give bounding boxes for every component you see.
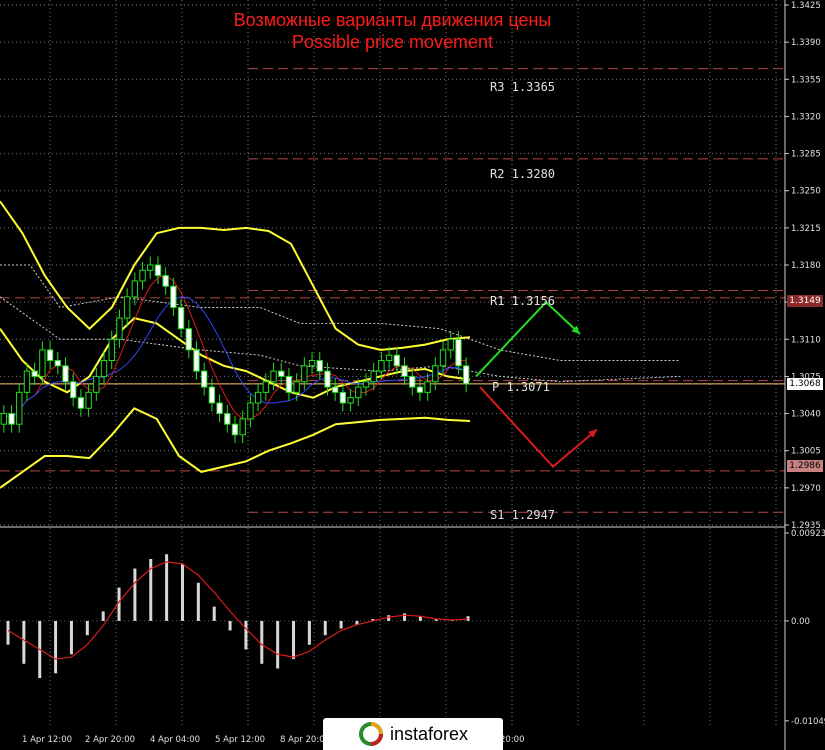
time-tick-label: 4 Apr 04:00 bbox=[150, 735, 200, 745]
level-label-pivot: P 1.3071 bbox=[492, 380, 550, 394]
candle-body bbox=[416, 386, 424, 393]
chart-title-ru: Возможные варианты движения цены bbox=[233, 10, 552, 30]
candle-body bbox=[455, 338, 462, 367]
candle-body bbox=[23, 370, 31, 393]
time-tick-label: 1 Apr 12:00 bbox=[22, 735, 72, 745]
candle-body bbox=[385, 354, 393, 362]
price-chart[interactable]: 1.3425 1.3390 1.3355 1.3320 1.3285 1.3250 1.32… bbox=[0, 0, 825, 750]
time-tick-label: 5 Apr 12:00 bbox=[215, 735, 265, 745]
candle-body bbox=[378, 360, 385, 372]
candle-body bbox=[339, 391, 347, 404]
candle-body bbox=[216, 402, 223, 415]
candle-body bbox=[54, 360, 61, 367]
candle-body bbox=[31, 370, 38, 377]
candle-body bbox=[162, 275, 169, 287]
price-tag-current: 1.3068 bbox=[787, 378, 823, 390]
candle-body bbox=[170, 285, 177, 308]
candle-body bbox=[393, 354, 401, 367]
price-tick-label: 1.3285 bbox=[791, 150, 821, 160]
price-tick-label: 1.3355 bbox=[791, 75, 821, 85]
candle-body bbox=[231, 423, 239, 436]
instaforex-ring-icon bbox=[358, 722, 383, 746]
candle-body bbox=[355, 386, 362, 399]
candle-body bbox=[100, 360, 108, 377]
candle-body bbox=[224, 413, 231, 425]
candle-body bbox=[316, 360, 323, 372]
price-tag-upper: 1.3149 bbox=[787, 295, 823, 307]
candle-body bbox=[270, 370, 277, 383]
candle-body bbox=[139, 269, 146, 282]
instaforex-logo: instaforex bbox=[323, 718, 503, 750]
candle-body bbox=[62, 365, 69, 383]
candle-body bbox=[16, 391, 23, 425]
candle-body bbox=[285, 375, 293, 393]
price-tag-lower: 1.2986 bbox=[787, 460, 823, 472]
level-label-r2: R2 1.3280 bbox=[490, 167, 556, 181]
candle-body bbox=[293, 381, 300, 393]
candle-body bbox=[347, 397, 354, 404]
level-label-s1: S1 1.2947 bbox=[490, 508, 556, 522]
chart-title-en: Possible price movement bbox=[291, 32, 494, 52]
candle-body bbox=[424, 381, 431, 393]
candle-body bbox=[239, 418, 246, 436]
candle-body bbox=[362, 381, 370, 388]
candle-body bbox=[77, 397, 85, 409]
price-tick-label: 1.3320 bbox=[791, 112, 821, 122]
candle-body bbox=[85, 391, 92, 409]
candle-body bbox=[370, 370, 377, 383]
candle-body bbox=[193, 349, 200, 372]
osc-tick-label: 0.00 bbox=[791, 617, 810, 627]
price-tick-label: 1.3110 bbox=[791, 335, 821, 345]
candle-body bbox=[177, 306, 185, 330]
time-tick-label: 20:00 bbox=[500, 735, 525, 745]
price-tick-label: 1.3250 bbox=[791, 187, 821, 197]
candle-body bbox=[247, 402, 254, 420]
level-label-r3: R3 1.3365 bbox=[490, 80, 556, 94]
chart-background bbox=[0, 0, 785, 750]
candle-body bbox=[154, 264, 162, 277]
candle-body bbox=[200, 370, 208, 388]
candle-body bbox=[116, 317, 123, 340]
osc-tick-label: 0.00923 bbox=[791, 529, 825, 539]
candle-body bbox=[93, 375, 100, 393]
price-tick-label: 1.3180 bbox=[791, 261, 821, 271]
candle-body bbox=[254, 391, 262, 404]
price-tick-label: 1.2970 bbox=[791, 484, 821, 494]
candle-body bbox=[131, 280, 139, 298]
candle-body bbox=[308, 360, 316, 367]
candle-body bbox=[39, 349, 46, 377]
candle-body bbox=[432, 365, 439, 383]
price-tick-label: 1.3215 bbox=[791, 224, 821, 234]
time-tick-label: 2 Apr 20:00 bbox=[85, 735, 135, 745]
candle-body bbox=[401, 365, 408, 377]
candle-body bbox=[0, 413, 8, 425]
candle-body bbox=[70, 381, 77, 399]
price-tick-label: 1.3390 bbox=[791, 38, 821, 48]
osc-tick-label: -0.01049 bbox=[791, 717, 825, 727]
logo-text: instaforex bbox=[389, 723, 469, 744]
price-tick-label: 1.3040 bbox=[791, 410, 821, 420]
candle-body bbox=[447, 338, 454, 351]
candle-body bbox=[409, 375, 416, 388]
price-tick-label: 1.3425 bbox=[791, 1, 821, 11]
candle-body bbox=[208, 386, 216, 404]
candle-body bbox=[278, 370, 285, 377]
price-tick-label: 1.3005 bbox=[791, 447, 821, 457]
candle-body bbox=[462, 365, 470, 385]
candle-body bbox=[46, 349, 54, 362]
candle-body bbox=[147, 264, 154, 271]
candle-body bbox=[108, 338, 115, 362]
candle-body bbox=[185, 328, 192, 351]
candle-body bbox=[324, 370, 331, 388]
candle-body bbox=[8, 413, 15, 425]
candle-body bbox=[301, 365, 308, 383]
candle-body bbox=[123, 296, 131, 319]
candle-body bbox=[331, 386, 339, 393]
candle-body bbox=[439, 349, 447, 367]
level-label-r1: R1 1.3156 bbox=[490, 294, 556, 308]
candle-body bbox=[262, 381, 270, 393]
